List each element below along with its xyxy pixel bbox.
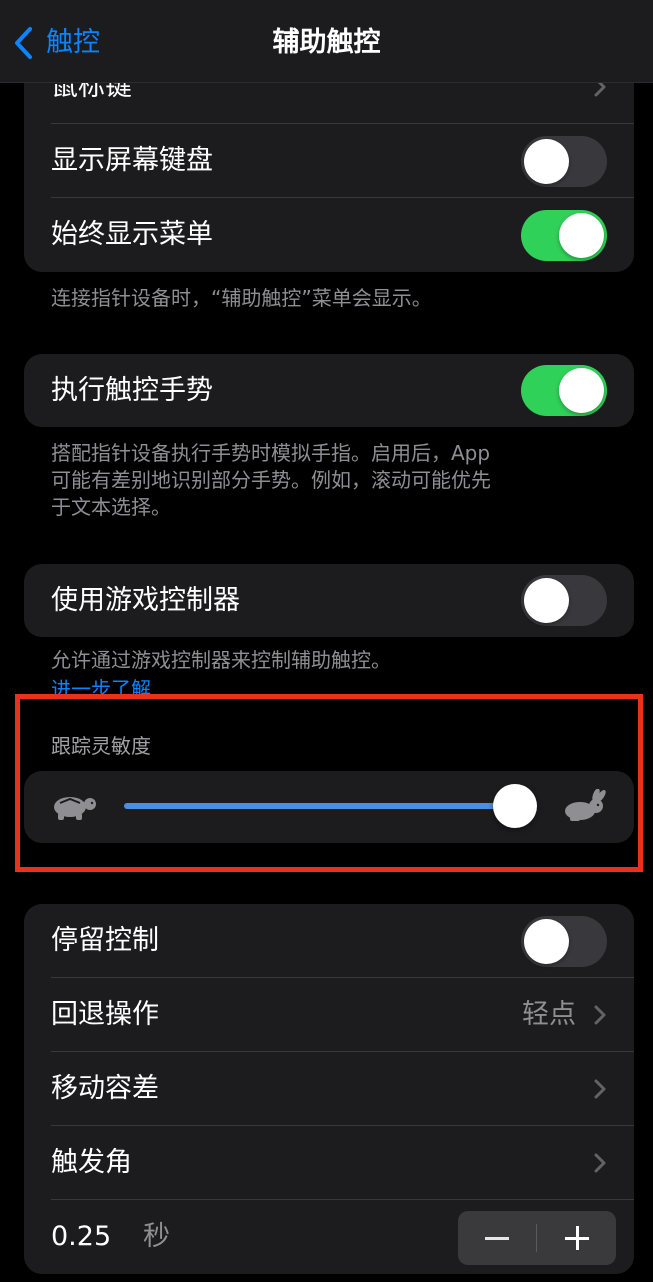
toggle-knob [524,139,569,184]
decrement-button[interactable] [458,1211,536,1265]
dwell-duration-unit: 秒 [143,1221,170,1252]
toggle-knob [524,578,569,623]
use-game-controller-row: 使用游戏控制器 [24,564,634,637]
show-onscreen-keyboard-row: 显示屏幕键盘 [24,124,634,198]
hot-corners-label: 触发角 [51,1147,132,1178]
dwell-control-row: 停留控制 [24,904,634,978]
chevron-right-icon [594,1153,606,1173]
hot-corners-row[interactable]: 触发角 [24,1126,634,1200]
touch-gestures-group: 执行触控手势 [24,354,634,427]
footer-line: 搭配指针设备执行手势时模拟手指。启用后，App [51,441,491,465]
game-controller-footer: 允许通过游戏控制器来控制辅助触控。 [51,648,391,672]
perform-touch-gestures-label: 执行触控手势 [51,375,213,406]
use-game-controller-toggle[interactable] [521,575,607,626]
use-game-controller-label: 使用游戏控制器 [51,585,240,616]
dwell-duration-value: 0.25 [51,1221,112,1252]
show-onscreen-keyboard-toggle[interactable] [521,136,607,187]
movement-tolerance-row[interactable]: 移动容差 [24,1052,634,1126]
chevron-right-icon [594,1079,606,1099]
always-show-menu-toggle[interactable] [521,210,607,261]
dwell-duration-stepper [458,1211,616,1265]
pointer-settings-group: 鼠标键 显示屏幕键盘 始终显示菜单 [24,50,634,272]
footer-line: 可能有差别地识别部分手势。例如，滚动可能优先 [51,468,491,492]
dwell-group: 停留控制 回退操作 轻点 移动容差 触发角 0.25 秒 [24,904,634,1274]
game-controller-group: 使用游戏控制器 [24,564,634,637]
always-show-menu-footer: 连接指针设备时，“辅助触控”菜单会显示。 [51,286,432,310]
show-onscreen-keyboard-label: 显示屏幕键盘 [51,145,213,176]
fallback-action-label: 回退操作 [51,999,159,1030]
fallback-action-row[interactable]: 回退操作 轻点 [24,978,634,1052]
movement-tolerance-label: 移动容差 [51,1073,159,1104]
dwell-control-label: 停留控制 [51,925,159,956]
increment-button[interactable] [537,1211,616,1265]
minus-icon [485,1237,509,1240]
fallback-action-value: 轻点 [522,999,576,1030]
chevron-right-icon [594,1005,606,1025]
toggle-knob [559,213,604,258]
plus-icon [576,1226,579,1250]
footer-line: 于文本选择。 [51,495,171,519]
dwell-control-toggle[interactable] [521,916,607,967]
dwell-duration-row: 0.25 秒 [24,1200,634,1274]
navigation-bar: 触控 辅助触控 [0,0,653,83]
page-title: 辅助触控 [272,27,381,58]
always-show-menu-row: 始终显示菜单 [24,198,634,272]
touch-gestures-footer: 搭配指针设备执行手势时模拟手指。启用后，App 可能有差别地识别部分手势。例如，… [51,440,571,521]
toggle-knob [524,919,569,964]
toggle-knob [559,368,604,413]
always-show-menu-label: 始终显示菜单 [51,219,213,250]
learn-more-link[interactable]: 进一步了解 [51,676,151,694]
perform-touch-gestures-row: 执行触控手势 [24,354,634,427]
highlight-annotation-box [15,694,643,872]
perform-touch-gestures-toggle[interactable] [521,365,607,416]
